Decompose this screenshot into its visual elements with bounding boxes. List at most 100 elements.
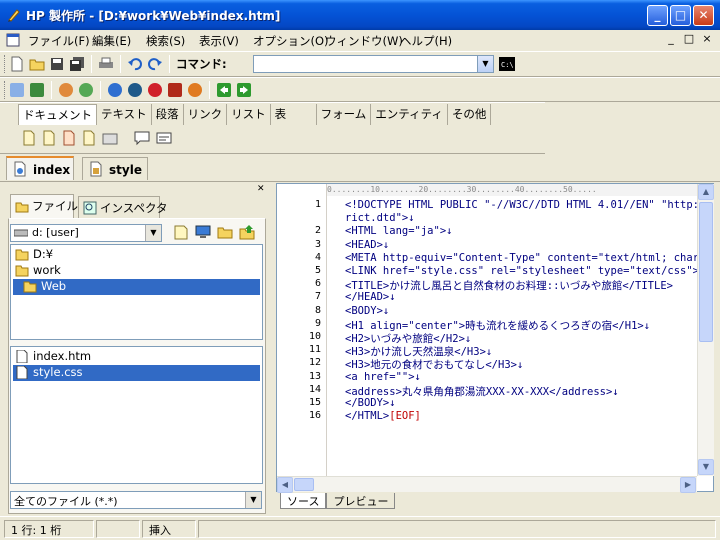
code-line[interactable]: <!DOCTYPE HTML PUBLIC "-//W3C//DTD HTML …	[345, 199, 697, 211]
menu-window[interactable]: ウィンドウ(W)	[321, 32, 407, 48]
netscape-icon[interactable]	[125, 80, 145, 100]
doc-meta-icon[interactable]	[102, 130, 118, 149]
doc-tab-label: index	[33, 163, 71, 177]
tab-other[interactable]: その他	[448, 104, 492, 125]
print-icon[interactable]	[96, 54, 116, 74]
folder-row[interactable]: D:¥	[13, 247, 260, 263]
doc-title-icon[interactable]	[62, 130, 76, 149]
opera-icon[interactable]	[145, 80, 165, 100]
run-command-icon[interactable]: C:\	[499, 56, 515, 72]
doc-head-icon[interactable]	[42, 130, 56, 149]
close-button[interactable]: ✕	[693, 5, 714, 26]
desktop-icon[interactable]	[195, 224, 211, 243]
mdi-close-button[interactable]: ×	[698, 32, 716, 45]
back-arrow-icon[interactable]	[214, 80, 234, 100]
folder-row-selected[interactable]: Web	[13, 279, 260, 295]
internet-explorer-icon[interactable]	[105, 80, 125, 100]
code-line[interactable]: </HTML>[EOF]	[345, 410, 421, 422]
scroll-right-arrow[interactable]: ▶	[680, 477, 696, 493]
tab-text[interactable]: テキスト	[97, 104, 152, 125]
tab-table[interactable]: 表	[271, 104, 317, 125]
open-folder-icon[interactable]	[27, 54, 47, 74]
command-input[interactable]	[253, 55, 478, 73]
tab-list[interactable]: リスト	[227, 104, 271, 125]
status-message	[198, 520, 716, 538]
doc-page-icon[interactable]	[22, 130, 36, 149]
redo-icon[interactable]	[145, 54, 165, 74]
drive-icon	[13, 229, 29, 237]
tab-link[interactable]: リンク	[184, 104, 228, 125]
minimize-button[interactable]: _	[647, 5, 668, 26]
tab-preview[interactable]: プレビュー	[326, 493, 396, 509]
code-line[interactable]: <HTML lang="ja">↓	[345, 225, 452, 237]
tree-icon[interactable]	[27, 80, 47, 100]
file-row[interactable]: index.htm	[13, 349, 260, 365]
comment-icon[interactable]	[134, 130, 150, 149]
horizontal-scrollbar[interactable]: ◀ ▶	[277, 476, 697, 493]
code-line[interactable]: </BODY>↓	[345, 397, 396, 409]
code-line[interactable]: <BODY>↓	[345, 305, 389, 317]
scroll-up-arrow[interactable]: ▲	[698, 184, 714, 200]
mozilla-icon[interactable]	[165, 80, 185, 100]
eof-marker: [EOF]	[389, 410, 421, 423]
forward-arrow-icon[interactable]	[234, 80, 254, 100]
doc-tab-style[interactable]: style	[82, 157, 148, 180]
tab-form[interactable]: フォーム	[317, 104, 372, 125]
mdi-restore-button[interactable]: □	[680, 32, 698, 45]
scroll-thumb[interactable]	[699, 202, 713, 342]
menu-file[interactable]: ファイル(F)	[24, 32, 94, 48]
tab-document[interactable]: ドキュメント	[18, 104, 97, 125]
panel-tab-inspector[interactable]: インスペクタ	[78, 196, 168, 218]
file-label: style.css	[33, 365, 83, 379]
file-filter-select[interactable]: 全てのファイル (*.*)	[10, 491, 262, 509]
tab-paragraph[interactable]: 段落	[152, 104, 184, 125]
doc-body-icon[interactable]	[82, 130, 96, 149]
doc-tab-index[interactable]: index	[6, 156, 74, 180]
folder-row[interactable]: work	[13, 263, 260, 279]
code-line[interactable]: rict.dtd">↓	[345, 212, 415, 224]
color-palette-icon[interactable]	[56, 80, 76, 100]
save-icon[interactable]	[47, 54, 67, 74]
filter-dropdown-button[interactable]: ▼	[245, 492, 261, 508]
maximize-button[interactable]: □	[670, 5, 691, 26]
new-file-icon[interactable]	[7, 54, 27, 74]
browser-preview-icon[interactable]	[76, 80, 96, 100]
panel-tab-file[interactable]: ファイル	[10, 194, 78, 218]
hscroll-thumb[interactable]	[294, 478, 314, 491]
scroll-left-arrow[interactable]: ◀	[277, 477, 293, 493]
panel-close-icon[interactable]: ✕	[257, 184, 265, 194]
message-icon[interactable]	[156, 130, 172, 149]
code-line[interactable]: </HEAD>↓	[345, 291, 396, 303]
menu-options[interactable]: オプション(O)	[249, 32, 333, 48]
tag-tabs: ドキュメント テキスト 段落 リンク リスト表フォーム エンティティ その他	[18, 104, 492, 125]
tab-source[interactable]: ソース	[280, 493, 327, 509]
tab-entity[interactable]: エンティティ	[371, 104, 448, 125]
title-bar[interactable]: HP 製作所 - [D:¥work¥Web¥index.htm] _ □ ✕	[0, 0, 720, 30]
save-all-icon[interactable]	[67, 54, 87, 74]
file-row-selected[interactable]: style.css	[13, 365, 260, 381]
menu-edit[interactable]: 編集(E)	[88, 32, 135, 48]
code-line[interactable]: <LINK href="style.css" rel="stylesheet" …	[345, 265, 697, 277]
code-area[interactable]: <!DOCTYPE HTML PUBLIC "-//W3C//DTD HTML …	[277, 196, 697, 476]
cursor-position: 1 行: 1 桁	[4, 520, 94, 538]
code-editor[interactable]: 1 2 3 4 5 6 7 8 9 10 11 12 13 14 15 16 0........10.....…	[276, 183, 714, 493]
new-folder-icon[interactable]	[173, 224, 189, 243]
undo-icon[interactable]	[125, 54, 145, 74]
command-dropdown-button[interactable]: ▼	[477, 55, 494, 73]
code-line[interactable]: <META http-equiv="Content-Type" content=…	[345, 252, 697, 264]
mdi-minimize-button[interactable]: _	[662, 32, 680, 45]
firefox-icon[interactable]	[185, 80, 205, 100]
doc-window-icon[interactable]	[6, 33, 20, 47]
drive-select[interactable]: d: [user]	[10, 224, 162, 242]
code-line[interactable]: <HEAD>↓	[345, 239, 389, 251]
code-line[interactable]: <a href="">↓	[345, 371, 421, 383]
drive-dropdown-button[interactable]: ▼	[145, 225, 161, 241]
find-icon[interactable]	[7, 80, 27, 100]
scroll-down-arrow[interactable]: ▼	[698, 459, 714, 475]
vertical-scrollbar[interactable]: ▲ ▼	[697, 184, 714, 476]
menu-help[interactable]: ヘルプ(H)	[396, 32, 456, 48]
up-folder-icon[interactable]	[239, 224, 255, 243]
folder-icon[interactable]	[217, 224, 233, 243]
menu-search[interactable]: 検索(S)	[142, 32, 189, 48]
menu-view[interactable]: 表示(V)	[195, 32, 243, 48]
